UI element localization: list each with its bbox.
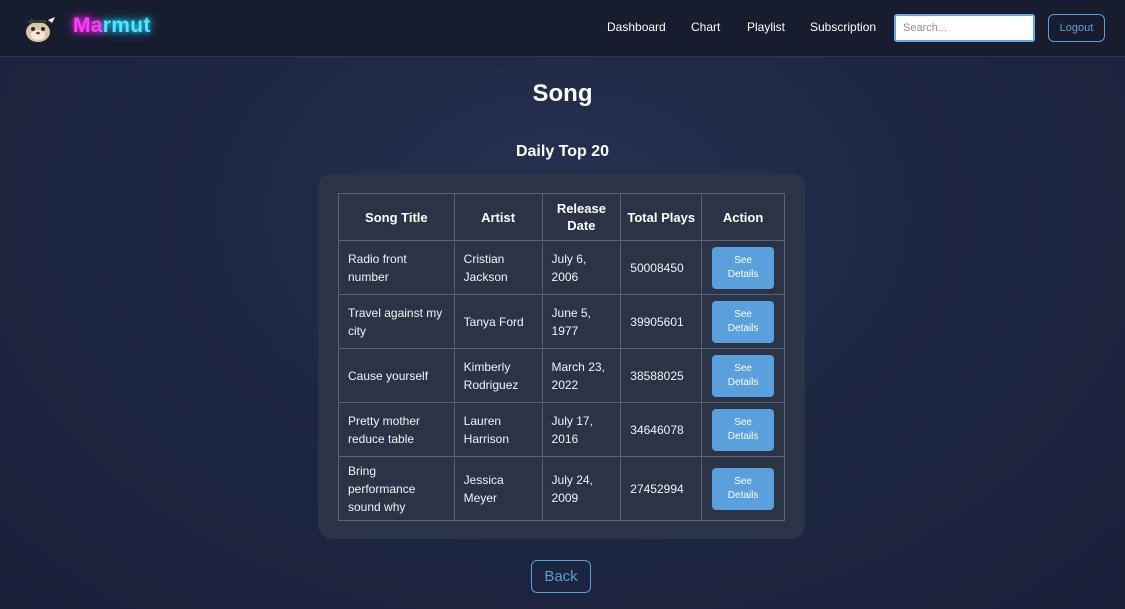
- marmot-logo-icon[interactable]: [22, 14, 56, 44]
- total-plays-cell: 27452994: [620, 456, 703, 521]
- brand-logo-text[interactable]: Marmut: [73, 14, 151, 38]
- action-cell: See Details: [701, 402, 785, 457]
- back-button[interactable]: Back: [531, 560, 591, 593]
- action-cell: See Details: [701, 240, 785, 295]
- artist-cell: Tanya Ford: [453, 294, 543, 349]
- column-header-song-title: Song Title: [338, 193, 455, 241]
- release-date-cell: March 23, 2022: [541, 348, 622, 403]
- table-row: Travel against my city Tanya Ford June 5…: [338, 294, 785, 349]
- action-cell: See Details: [701, 456, 785, 521]
- nav-link-dashboard[interactable]: Dashboard: [607, 20, 666, 34]
- nav-link-playlist[interactable]: Playlist: [747, 20, 785, 34]
- songs-table: Song Title Artist Release Date Total Pla…: [338, 193, 785, 521]
- artist-cell: Cristian Jackson: [453, 240, 543, 295]
- see-details-button[interactable]: See Details: [712, 354, 775, 397]
- song-title-cell: Pretty mother reduce table: [338, 402, 455, 457]
- column-header-total-plays: Total Plays: [620, 193, 703, 241]
- release-date-cell: July 6, 2006: [541, 240, 622, 295]
- column-header-release-date: Release Date: [541, 193, 622, 241]
- total-plays-cell: 39905601: [620, 294, 703, 349]
- column-header-artist: Artist: [453, 193, 543, 241]
- navbar: Marmut Dashboard Chart Playlist Subscrip…: [0, 0, 1125, 57]
- see-details-button[interactable]: See Details: [712, 300, 775, 343]
- total-plays-cell: 50008450: [620, 240, 703, 295]
- release-date-cell: June 5, 1977: [541, 294, 622, 349]
- nav-link-subscription[interactable]: Subscription: [810, 20, 876, 34]
- see-details-button[interactable]: See Details: [712, 408, 775, 451]
- see-details-button[interactable]: See Details: [712, 246, 775, 289]
- artist-cell: Kimberly Rodriguez: [453, 348, 543, 403]
- action-cell: See Details: [701, 348, 785, 403]
- total-plays-cell: 34646078: [620, 402, 703, 457]
- release-date-cell: July 17, 2016: [541, 402, 622, 457]
- column-header-action: Action: [701, 193, 785, 241]
- artist-cell: Lauren Harrison: [453, 402, 543, 457]
- song-title-cell: Radio front number: [338, 240, 455, 295]
- action-cell: See Details: [701, 294, 785, 349]
- brand-part1: Ma: [73, 14, 103, 37]
- song-title-cell: Travel against my city: [338, 294, 455, 349]
- table-row: Bring performance sound why Jessica Meye…: [338, 456, 785, 521]
- total-plays-cell: 38588025: [620, 348, 703, 403]
- logout-button[interactable]: Logout: [1048, 14, 1105, 42]
- song-title-cell: Bring performance sound why: [338, 456, 455, 521]
- table-header-row: Song Title Artist Release Date Total Pla…: [338, 193, 785, 241]
- table-row: Radio front number Cristian Jackson July…: [338, 240, 785, 295]
- song-title-cell: Cause yourself: [338, 348, 455, 403]
- see-details-button[interactable]: See Details: [712, 467, 775, 510]
- search-input[interactable]: [894, 14, 1035, 42]
- brand-part2: rmut: [102, 14, 151, 37]
- release-date-cell: July 24, 2009: [541, 456, 622, 521]
- songs-table-card: Song Title Artist Release Date Total Pla…: [318, 173, 805, 539]
- table-row: Pretty mother reduce table Lauren Harris…: [338, 402, 785, 457]
- section-title: Daily Top 20: [515, 143, 610, 160]
- table-row: Cause yourself Kimberly Rodriguez March …: [338, 348, 785, 403]
- nav-link-chart[interactable]: Chart: [691, 20, 720, 34]
- artist-cell: Jessica Meyer: [453, 456, 543, 521]
- page-title: Song: [532, 80, 593, 107]
